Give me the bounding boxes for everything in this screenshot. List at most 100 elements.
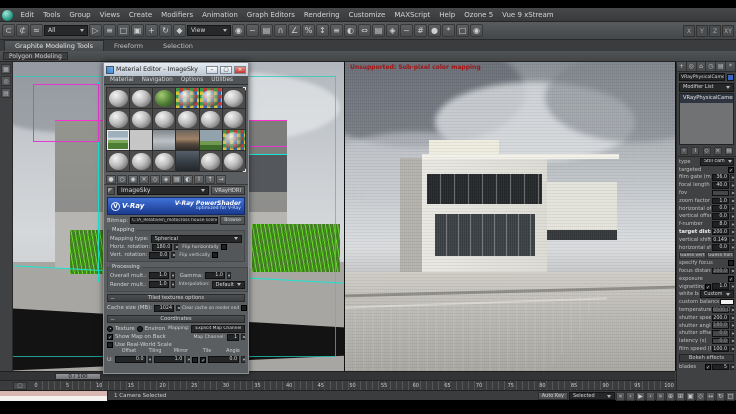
- tab-motion[interactable]: ◷: [706, 62, 717, 71]
- clear-cache-checkbox[interactable]: [241, 305, 248, 311]
- film-gate-mm-field[interactable]: 36.0: [712, 174, 729, 181]
- maximize-viewport-toggle-icon[interactable]: □: [726, 391, 735, 401]
- spinner[interactable]: [170, 281, 175, 288]
- show-end-result-icon[interactable]: I: [691, 147, 700, 155]
- modifier-stack[interactable]: VRayPhysicalCamera: [679, 93, 734, 145]
- vert-rotation-field[interactable]: 0.0: [149, 251, 170, 259]
- axis-constraint-xy[interactable]: XY: [722, 24, 734, 37]
- focal-length-mm-field[interactable]: 40.0: [712, 182, 729, 189]
- spinner[interactable]: [730, 306, 734, 314]
- spinner[interactable]: [730, 314, 734, 322]
- ribbon-tab-freeform[interactable]: Freeform: [104, 41, 153, 51]
- menu-edit[interactable]: Edit: [16, 11, 39, 19]
- spinner[interactable]: [176, 304, 181, 312]
- u-tile-checkbox[interactable]: ✓: [200, 356, 207, 364]
- select-and-uniform-scale-icon[interactable]: ◆: [173, 24, 186, 37]
- material-slot[interactable]: [222, 88, 245, 108]
- spinner[interactable]: [147, 356, 152, 363]
- select-by-name-icon[interactable]: ≡: [103, 24, 116, 37]
- material-slot[interactable]: [153, 151, 176, 171]
- render-production-icon[interactable]: ◉: [470, 24, 483, 37]
- play-icon[interactable]: ▶: [636, 391, 645, 401]
- pick-material-eyedropper-icon[interactable]: [107, 186, 115, 195]
- interpolation-dropdown[interactable]: Default: [211, 280, 245, 289]
- select-and-move-icon[interactable]: +: [145, 24, 158, 37]
- listener-row[interactable]: [0, 396, 107, 401]
- material-editor-icon[interactable]: ●: [428, 24, 441, 37]
- spinner[interactable]: [730, 244, 734, 251]
- key-filter-button[interactable]: ▢: [13, 382, 27, 390]
- rollout-header-bokeh-effects[interactable]: Bokeh effects: [679, 353, 734, 362]
- show-map-in-viewport-icon[interactable]: ◐: [183, 174, 193, 184]
- shutter-angle-deg-field[interactable]: 180.0: [712, 322, 729, 329]
- material-name-dropdown[interactable]: ImageSky: [117, 186, 209, 195]
- map-channel-field[interactable]: 1: [227, 333, 239, 341]
- material-slot[interactable]: [199, 151, 222, 171]
- select-and-link-icon[interactable]: ⊂: [2, 24, 15, 37]
- window-crossing-icon[interactable]: ▣: [131, 24, 144, 37]
- spinner[interactable]: [730, 283, 734, 290]
- u-tiling-field[interactable]: 1.0: [153, 356, 185, 363]
- film-speed-iso-field[interactable]: 100.0: [712, 345, 729, 353]
- keyboard-shortcut-override-icon[interactable]: ▤: [260, 24, 273, 37]
- menu-group[interactable]: Group: [65, 11, 95, 19]
- coordinates-rollout[interactable]: − Coordinates: [107, 315, 245, 323]
- align-icon[interactable]: ⇔: [358, 24, 371, 37]
- browse-button[interactable]: Browse: [220, 216, 245, 225]
- u-offset-field[interactable]: 0.0: [114, 356, 146, 363]
- material-slot[interactable]: [130, 151, 153, 171]
- menu-tools[interactable]: Tools: [39, 11, 65, 19]
- spinner[interactable]: [730, 363, 734, 371]
- guess-horiz-button[interactable]: Guess horiz.: [707, 251, 734, 259]
- viewport-render[interactable]: Unsupported: Sub-pixel color mapping: [345, 62, 675, 371]
- material-slot[interactable]: [176, 88, 199, 108]
- material-id-channel-icon[interactable]: ▤: [172, 174, 182, 184]
- blades-checkbox[interactable]: ✓: [705, 363, 711, 371]
- menu-views[interactable]: Views: [95, 11, 124, 19]
- latency-s-field[interactable]: 0.0: [712, 337, 729, 345]
- spinner[interactable]: [730, 213, 734, 220]
- bind-to-space-warp-icon[interactable]: ≈: [30, 24, 43, 37]
- rectangular-selection-region-icon[interactable]: □: [117, 24, 130, 37]
- select-and-rotate-icon[interactable]: ↻: [159, 24, 172, 37]
- zoom-all-icon[interactable]: ⊞: [676, 391, 685, 401]
- spinner[interactable]: [730, 221, 734, 228]
- specify-focus-checkbox[interactable]: [728, 260, 734, 267]
- axis-constraint-x[interactable]: X: [683, 24, 695, 37]
- custom-balance-swatch[interactable]: [720, 299, 734, 306]
- graphite-modeling-ribbon-icon[interactable]: ◈: [386, 24, 399, 37]
- minimize-button[interactable]: –: [206, 65, 218, 74]
- ribbon-tab-selection[interactable]: Selection: [153, 41, 203, 51]
- scene-list-icon[interactable]: ▤: [1, 88, 11, 98]
- u-angle-field[interactable]: 0.0: [208, 356, 240, 363]
- blades-field[interactable]: 5: [712, 363, 729, 371]
- bitmap-path-field[interactable]: C:\A_Relatives\_motocross house scene w: [130, 217, 219, 224]
- material-slot[interactable]: [153, 109, 176, 129]
- spinner[interactable]: [730, 182, 734, 189]
- auto-key-button[interactable]: Auto Key: [537, 392, 568, 400]
- spinner[interactable]: [241, 356, 246, 363]
- show-map-on-back-checkbox[interactable]: ✓: [107, 334, 113, 341]
- spinner[interactable]: [730, 205, 734, 212]
- spinner[interactable]: [730, 236, 734, 244]
- make-unique-icon[interactable]: ◇: [150, 174, 160, 184]
- target-distance-field[interactable]: 200.0: [712, 228, 729, 236]
- track-bar[interactable]: ▢ 0 5 10 15 20 25 30 35 40 45 50 55 60 65 70 75 80 85 90 95…: [0, 380, 675, 391]
- go-forward-to-sibling-icon[interactable]: →: [216, 174, 226, 184]
- menu-vue-9-xstream[interactable]: Vue 9 xStream: [498, 11, 558, 19]
- modifier-list-dropdown[interactable]: Modifier List: [679, 82, 734, 92]
- material-slot[interactable]: [222, 109, 245, 129]
- object-color-swatch[interactable]: [727, 73, 734, 81]
- spinner[interactable]: [730, 228, 734, 236]
- real-world-scale-checkbox[interactable]: [107, 341, 113, 348]
- menu-graph-editors[interactable]: Graph Editors: [242, 11, 299, 19]
- go-to-parent-icon[interactable]: ↑: [205, 174, 215, 184]
- maximize-button[interactable]: ▢: [220, 65, 232, 74]
- material-slot[interactable]: [130, 88, 153, 108]
- spinner[interactable]: [730, 330, 734, 337]
- menu-create[interactable]: Create: [124, 11, 156, 19]
- remove-modifier-icon[interactable]: ×: [713, 147, 722, 155]
- spinner[interactable]: [186, 356, 191, 363]
- vertical-offset-field[interactable]: 0.0: [712, 213, 729, 220]
- me-menu-options[interactable]: Options: [177, 77, 207, 83]
